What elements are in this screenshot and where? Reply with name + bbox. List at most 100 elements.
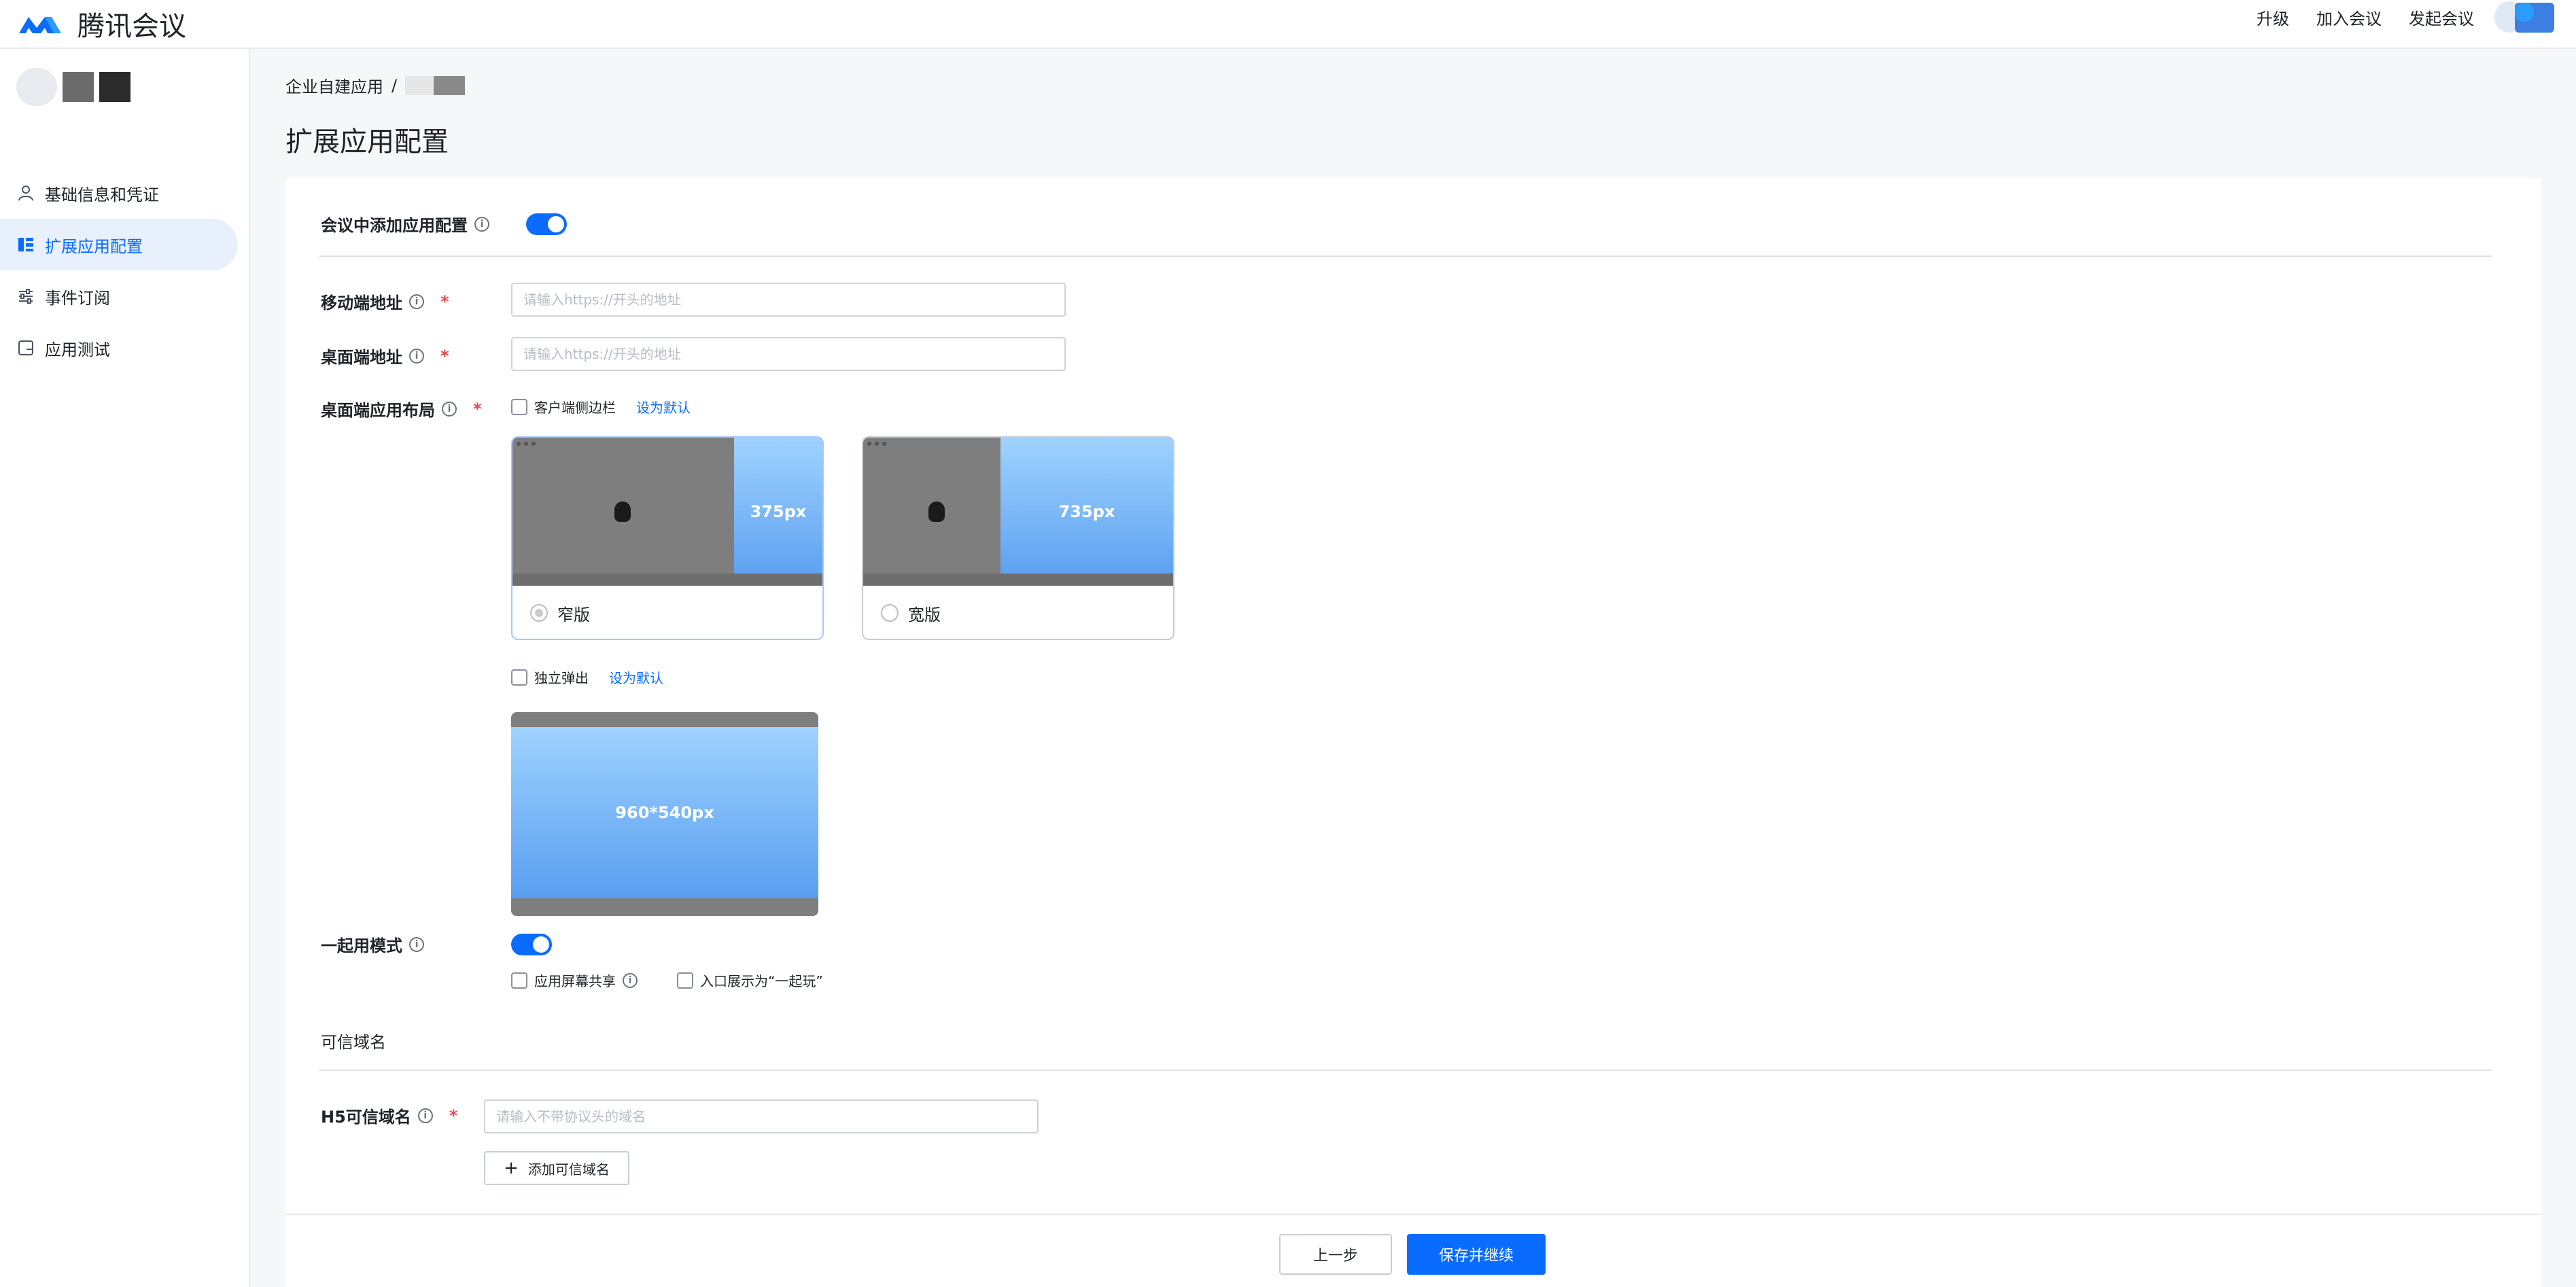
h5-domain-label: H5可信域名 i * xyxy=(321,1104,457,1127)
page-title: 扩展应用配置 xyxy=(285,126,449,158)
info-icon[interactable]: i xyxy=(442,401,457,417)
share-screen-checkbox[interactable]: 应用屏幕共享 i xyxy=(511,970,638,990)
sidebar-item-label: 基础信息和凭证 xyxy=(45,185,159,205)
narrow-option-label: 窄版 xyxy=(557,605,590,624)
sidebar-item-extension-config[interactable]: 扩展应用配置 xyxy=(0,219,238,270)
wide-option[interactable]: 宽版 xyxy=(863,586,1173,639)
checkbox[interactable] xyxy=(511,972,527,989)
footer-bar: 上一步 保存并继续 xyxy=(285,1214,2541,1287)
info-icon[interactable]: i xyxy=(409,936,424,952)
add-app-label-text: 会议中添加应用配置 xyxy=(321,216,468,235)
info-icon[interactable]: i xyxy=(409,348,424,364)
info-icon[interactable]: i xyxy=(409,294,424,309)
sidebar-item-label: 扩展应用配置 xyxy=(45,236,143,256)
popup-size-label: 960*540px xyxy=(615,803,714,822)
save-continue-button[interactable]: 保存并继续 xyxy=(1407,1234,1546,1275)
divider xyxy=(319,255,2492,257)
checkbox[interactable] xyxy=(511,398,527,415)
top-bar: 腾讯会议 升级 加入会议 发起会议 xyxy=(0,0,2576,49)
mobile-address-input[interactable] xyxy=(511,283,1066,317)
desktop-address-label-text: 桌面端地址 xyxy=(321,348,402,367)
checkbox[interactable] xyxy=(511,669,527,686)
entry-play-label: 入口展示为“一起玩” xyxy=(700,973,823,989)
join-meeting-link[interactable]: 加入会议 xyxy=(2316,5,2382,29)
wide-radio[interactable] xyxy=(881,604,899,622)
wide-layout-card[interactable]: 735px 宽版 xyxy=(862,436,1174,640)
brand-name: 腾讯会议 xyxy=(77,11,186,42)
user-icon xyxy=(16,183,35,202)
sidebar-item-label: 应用测试 xyxy=(45,340,110,359)
add-app-label: 会议中添加应用配置 i xyxy=(321,212,489,236)
sidebar-item-app-test[interactable]: 应用测试 xyxy=(0,322,250,374)
share-screen-label: 应用屏幕共享 xyxy=(534,973,616,989)
desktop-address-label: 桌面端地址 i * xyxy=(321,344,449,368)
desktop-layout-label: 桌面端应用布局 i * xyxy=(321,397,482,421)
info-icon[interactable]: i xyxy=(474,216,489,232)
penguin-icon xyxy=(614,501,631,522)
popup-checkbox[interactable]: 独立弹出 设为默认 xyxy=(511,667,663,687)
breadcrumb: 企业自建应用 / xyxy=(285,73,466,97)
desktop-layout-label-text: 桌面端应用布局 xyxy=(321,401,435,420)
test-icon xyxy=(16,338,35,357)
avatar[interactable] xyxy=(2488,0,2556,35)
breadcrumb-separator: / xyxy=(391,75,398,95)
trusted-domain-section-title: 可信域名 xyxy=(321,1033,386,1052)
popup-checkbox-label: 独立弹出 xyxy=(534,670,589,686)
upgrade-link[interactable]: 升级 xyxy=(2257,5,2289,29)
app-avatar xyxy=(16,68,130,106)
sidebar-layout-checkbox[interactable]: 客户端侧边栏 设为默认 xyxy=(511,397,691,417)
tencent-meeting-logo-icon xyxy=(19,17,61,33)
breadcrumb-root[interactable]: 企业自建应用 xyxy=(285,73,383,97)
entry-play-checkbox[interactable]: 入口展示为“一起玩” xyxy=(677,970,823,990)
top-nav: 升级 加入会议 发起会议 xyxy=(2257,0,2474,34)
narrow-size-label: 375px xyxy=(750,502,807,521)
app-name-block xyxy=(63,72,94,102)
narrow-option[interactable]: 窄版 xyxy=(512,586,822,639)
sidebar: 基础信息和凭证 扩展应用配置 事件订阅 应用测试 xyxy=(0,49,250,1287)
config-form: 会议中添加应用配置 i 移动端地址 i * 桌面端地址 i * 桌面端应用布局 … xyxy=(285,178,2541,1214)
narrow-layout-card[interactable]: 375px 窄版 xyxy=(511,436,824,640)
required-mark: * xyxy=(440,292,449,311)
sidebar-item-label: 事件订阅 xyxy=(45,288,110,308)
narrow-radio[interactable] xyxy=(530,604,548,622)
required-mark: * xyxy=(449,1106,458,1125)
wide-size-label: 735px xyxy=(1058,502,1115,521)
checkbox[interactable] xyxy=(677,972,693,989)
together-mode-label-text: 一起用模式 xyxy=(321,936,402,955)
divider xyxy=(319,1070,2492,1071)
set-default-link[interactable]: 设为默认 xyxy=(609,667,663,687)
info-icon[interactable]: i xyxy=(417,1108,433,1123)
h5-domain-label-text: H5可信域名 xyxy=(321,1108,411,1127)
sliders-icon xyxy=(16,287,35,306)
popup-pane: 960*540px xyxy=(511,727,818,898)
plus-icon: + xyxy=(504,1158,519,1178)
app-name-block xyxy=(99,72,130,102)
wide-preview: 735px xyxy=(863,438,1173,586)
sidebar-menu: 基础信息和凭证 扩展应用配置 事件订阅 应用测试 xyxy=(0,167,250,374)
together-mode-label: 一起用模式 i xyxy=(321,932,424,956)
penguin-icon xyxy=(928,501,945,522)
grid-list-icon xyxy=(16,235,35,254)
h5-domain-input[interactable] xyxy=(484,1099,1039,1133)
logo[interactable]: 腾讯会议 xyxy=(16,4,186,43)
mobile-address-label-text: 移动端地址 xyxy=(321,294,402,313)
set-default-link[interactable]: 设为默认 xyxy=(636,397,691,417)
add-app-toggle[interactable] xyxy=(526,213,567,235)
narrow-pane: 375px xyxy=(734,438,822,586)
popup-preview[interactable]: 960*540px xyxy=(511,712,818,916)
sidebar-item-basic-info[interactable]: 基础信息和凭证 xyxy=(0,167,250,219)
sidebar-layout-checkbox-label: 客户端侧边栏 xyxy=(534,400,616,416)
info-icon[interactable]: i xyxy=(623,972,638,988)
start-meeting-link[interactable]: 发起会议 xyxy=(2409,5,2474,29)
add-domain-button[interactable]: + 添加可信域名 xyxy=(484,1151,629,1185)
desktop-address-input[interactable] xyxy=(511,337,1066,371)
save-continue-label: 保存并继续 xyxy=(1438,1248,1514,1265)
together-mode-toggle[interactable] xyxy=(511,934,552,955)
required-mark: * xyxy=(440,346,449,366)
app-avatar-pill xyxy=(16,68,57,106)
mobile-address-label: 移动端地址 i * xyxy=(321,289,449,313)
previous-step-button[interactable]: 上一步 xyxy=(1279,1234,1392,1275)
sidebar-item-event-subscription[interactable]: 事件订阅 xyxy=(0,270,250,322)
wide-pane: 735px xyxy=(1000,438,1173,586)
previous-step-label: 上一步 xyxy=(1312,1248,1358,1265)
